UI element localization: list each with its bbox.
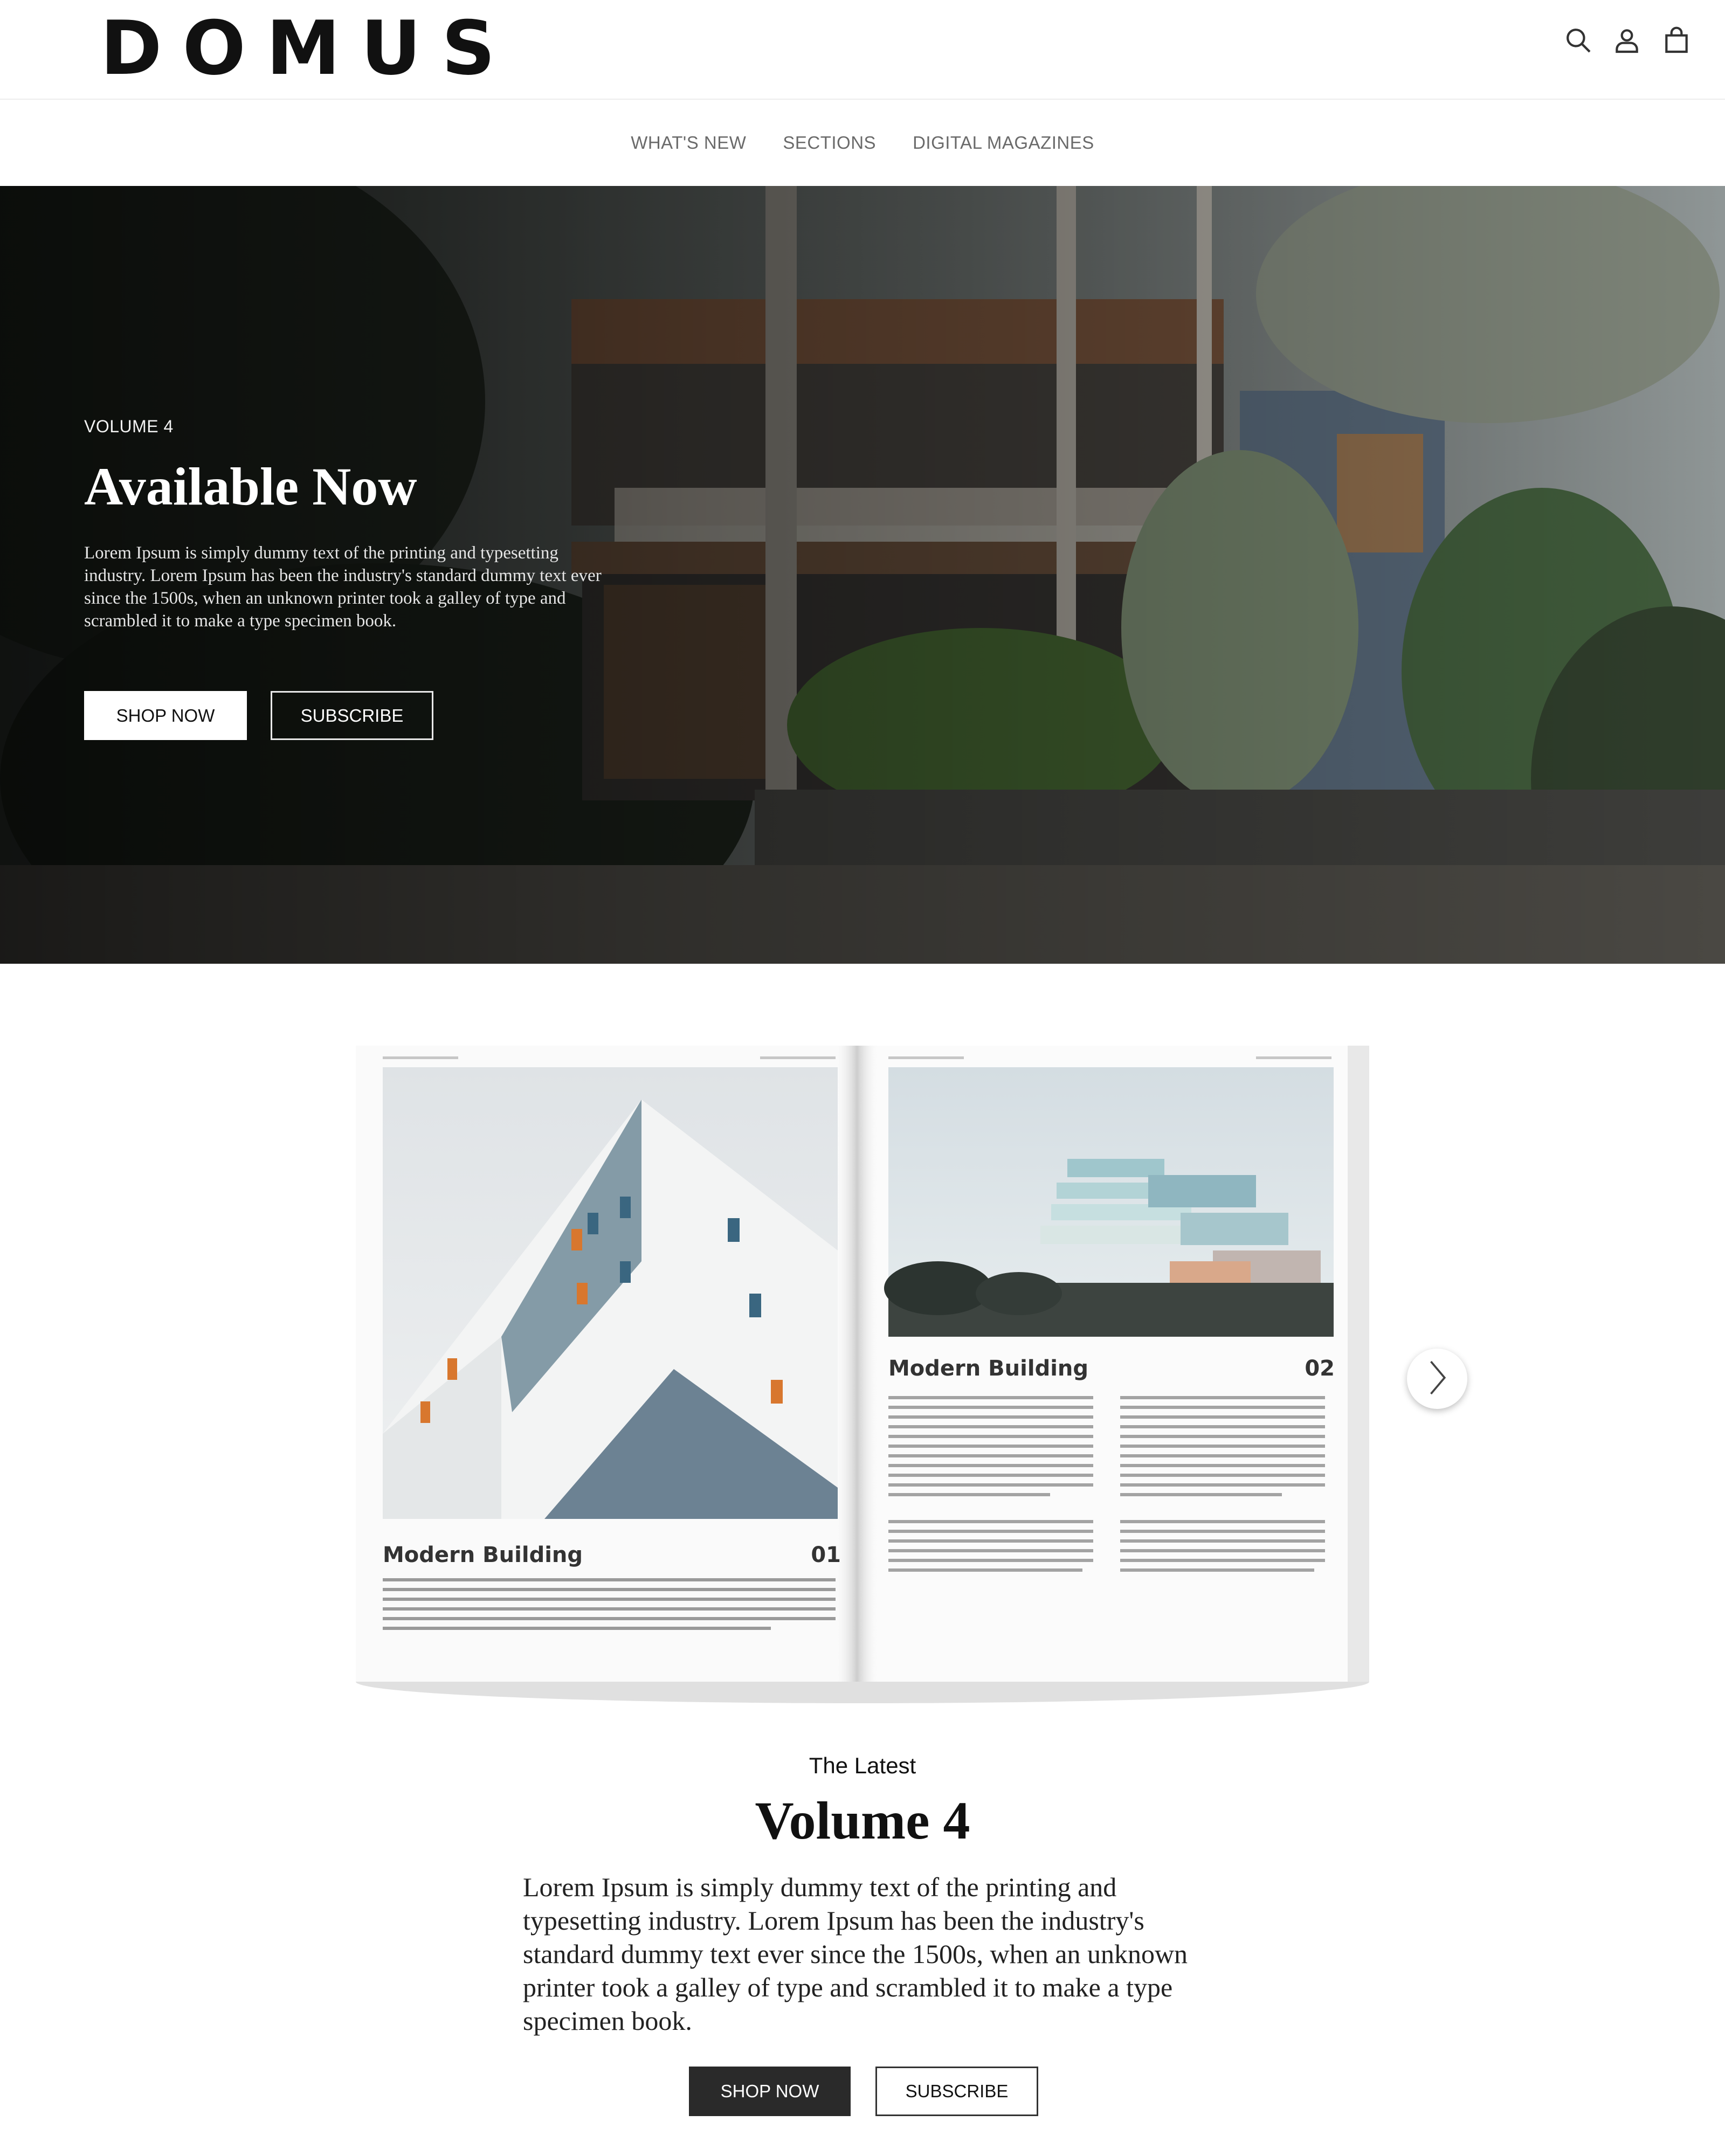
latest-eyebrow: The Latest	[809, 1753, 916, 1778]
latest-shop-now-button[interactable]: SHOP NOW	[689, 2067, 851, 2116]
nav-whats-new[interactable]: WHAT'S NEW	[631, 133, 746, 153]
hero-subscribe-button[interactable]: SUBSCRIBE	[271, 691, 433, 740]
latest-subscribe-button[interactable]: SUBSCRIBE	[875, 2067, 1038, 2116]
right-page-title: Modern Building	[888, 1356, 1088, 1381]
latest-title: Volume 4	[755, 1791, 970, 1850]
magazine-spread-graphic: Modern Building 01 Modern Building 02	[356, 1046, 1369, 1703]
site-logo[interactable]: DOMUS	[100, 11, 516, 86]
bag-icon[interactable]	[1660, 24, 1693, 57]
latest-description: Lorem Ipsum is simply dummy text of the …	[523, 1872, 1188, 2036]
carousel-next-button[interactable]	[1407, 1349, 1467, 1409]
magazine-spread: Modern Building 01 Modern Building 02	[340, 1035, 1385, 1725]
top-bar: DOMUS	[0, 0, 1725, 100]
search-icon[interactable]	[1562, 24, 1595, 57]
right-page-number: 02	[1305, 1356, 1335, 1381]
left-page-number: 01	[811, 1543, 841, 1567]
left-page-title: Modern Building	[383, 1543, 583, 1567]
hero-title: Available Now	[84, 457, 417, 516]
nav-sections[interactable]: SECTIONS	[783, 133, 876, 153]
main-nav: WHAT'S NEW SECTIONS DIGITAL MAGAZINES	[0, 100, 1725, 186]
hero-shop-now-button[interactable]: SHOP NOW	[84, 691, 247, 740]
chevron-right-icon	[1425, 1359, 1450, 1399]
hero-description: Lorem Ipsum is simply dummy text of the …	[84, 543, 602, 631]
account-icon[interactable]	[1611, 24, 1643, 57]
hero-eyebrow: VOLUME 4	[84, 417, 174, 436]
hero-banner: VOLUME 4 Available Now Lorem Ipsum is si…	[0, 186, 1725, 964]
nav-digital-magazines[interactable]: DIGITAL MAGAZINES	[913, 133, 1094, 153]
